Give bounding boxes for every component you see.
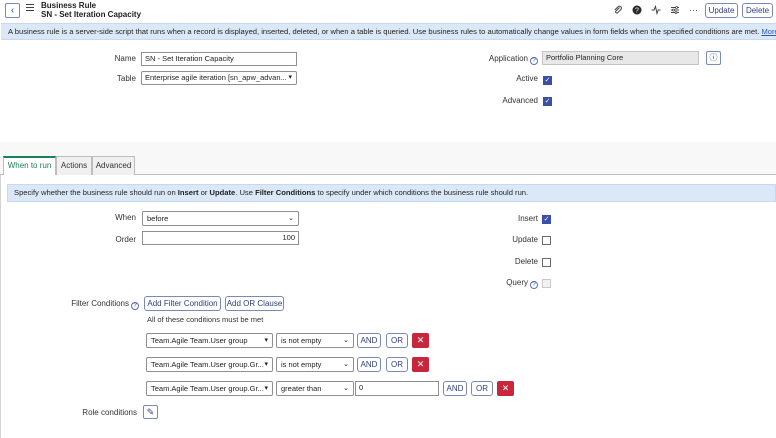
remove-condition-button[interactable]: ✕ <box>497 381 514 396</box>
order-field[interactable]: 100 <box>142 231 299 245</box>
delete-button[interactable]: Delete <box>742 3 773 18</box>
tab-actions[interactable]: Actions <box>56 156 92 175</box>
chevron-down-icon: ▾ <box>264 337 268 344</box>
note-update: Update <box>209 188 236 197</box>
when-label: When <box>115 213 136 222</box>
help-circle-icon[interactable]: ? <box>530 281 538 289</box>
tab-when-to-run[interactable]: When to run <box>3 156 56 176</box>
chevron-down-icon: ⌄ <box>343 385 349 392</box>
note-text: Specify whether the business rule should… <box>14 188 178 197</box>
back-button[interactable]: ‹ <box>5 3 20 18</box>
remove-condition-button[interactable]: ✕ <box>412 333 429 348</box>
settings-sliders-icon[interactable] <box>669 5 680 16</box>
condition-field-select[interactable]: Team.Agile Team.User group.Gr... ▾ <box>146 357 273 372</box>
condition-field-value: Team.Agile Team.User group <box>151 336 248 345</box>
filter-conditions-label: Filter Conditions? <box>50 299 139 310</box>
note-text: to specify under which conditions the bu… <box>315 188 529 197</box>
record-type-title: Business Rule <box>41 1 97 10</box>
condition-field-select[interactable]: Team.Agile Team.User group.Gr... ▾ <box>146 381 273 396</box>
chevron-down-icon: ⌄ <box>343 337 349 344</box>
condition-operator-value: greater than <box>281 384 322 393</box>
table-select[interactable]: Enterprise agile iteration [sn_apw_advan… <box>141 71 297 85</box>
or-button[interactable]: OR <box>386 357 408 372</box>
or-button[interactable]: OR <box>471 381 493 396</box>
remove-condition-button[interactable]: ✕ <box>412 357 429 372</box>
add-filter-condition-button[interactable]: Add Filter Condition <box>144 296 221 311</box>
all-conditions-text: All of these conditions must be met <box>147 315 264 324</box>
or-button[interactable]: OR <box>386 333 408 348</box>
info-banner-text: A business rule is a server-side script … <box>8 27 760 36</box>
filter-conditions-label-text: Filter Conditions <box>71 299 129 308</box>
condition-operator-select[interactable]: is not empty ⌄ <box>276 333 354 348</box>
chevron-down-icon: ▾ <box>288 74 292 81</box>
condition-operator-value: is not empty <box>281 360 322 369</box>
condition-field-select[interactable]: Team.Agile Team.User group ▾ <box>146 333 273 348</box>
and-button[interactable]: AND <box>443 381 467 396</box>
name-label: Name <box>114 54 136 63</box>
order-label: Order <box>115 235 136 244</box>
application-label: Application? <box>440 54 538 65</box>
note-text: . Use <box>235 188 256 197</box>
help-circle-icon[interactable]: ? <box>131 302 139 310</box>
chevron-down-icon: ▾ <box>264 385 268 392</box>
insert-checkbox[interactable]: ✓ <box>542 215 551 224</box>
query-label: Query? <box>470 278 538 289</box>
chevron-down-icon: ⌄ <box>343 361 349 368</box>
update-label: Update <box>512 235 538 244</box>
active-checkbox[interactable]: ✓ <box>543 76 552 85</box>
tab-advanced[interactable]: Advanced <box>92 156 135 175</box>
update-button[interactable]: Update <box>705 3 738 18</box>
when-select-value: before <box>147 214 169 223</box>
context-menu-icon[interactable] <box>26 4 34 14</box>
active-label: Active <box>516 74 538 83</box>
more-icon[interactable]: ··· <box>688 5 699 16</box>
note-filter-conditions: Filter Conditions <box>255 188 316 197</box>
condition-operator-value: is not empty <box>281 336 322 345</box>
name-field[interactable]: SN - Set Iteration Capacity <box>141 52 297 66</box>
application-field: Portfolio Planning Core <box>542 51 699 65</box>
activity-icon[interactable] <box>650 4 661 16</box>
add-or-clause-button[interactable]: Add OR Clause <box>225 296 284 311</box>
when-to-run-note: Specify whether the business rule should… <box>7 184 776 202</box>
query-checkbox <box>542 279 551 288</box>
chevron-down-icon: ⌄ <box>288 215 294 222</box>
role-conditions-label: Role conditions <box>82 408 137 417</box>
condition-operator-select[interactable]: is not empty ⌄ <box>276 357 354 372</box>
advanced-checkbox[interactable]: ✓ <box>543 97 552 106</box>
chevron-down-icon: ▾ <box>264 361 268 368</box>
note-insert: Insert <box>177 188 199 197</box>
help-icon[interactable]: ? <box>631 5 642 16</box>
info-banner: A business rule is a server-side script … <box>1 23 776 40</box>
record-name-title: SN - Set Iteration Capacity <box>41 10 142 19</box>
condition-operator-select[interactable]: greater than ⌄ <box>276 381 354 396</box>
reference-info-icon[interactable]: ⓘ <box>706 51 721 65</box>
note-text: or <box>198 188 210 197</box>
update-checkbox[interactable] <box>542 236 551 245</box>
edit-pencil-icon[interactable]: ✎ <box>143 405 158 419</box>
query-label-text: Query <box>506 278 528 287</box>
and-button[interactable]: AND <box>357 357 381 372</box>
when-select[interactable]: before ⌄ <box>142 211 299 226</box>
delete-checkbox[interactable] <box>542 258 551 267</box>
and-button[interactable]: AND <box>357 333 381 348</box>
table-select-value: Enterprise agile iteration [sn_apw_advan… <box>145 73 287 82</box>
advanced-label: Advanced <box>502 96 538 105</box>
help-circle-icon[interactable]: ? <box>530 57 538 65</box>
condition-value-field[interactable]: 0 <box>355 381 439 396</box>
table-label: Table <box>116 74 136 83</box>
form-header: ‹ Business Rule SN - Set Iteration Capac… <box>0 0 776 22</box>
application-label-text: Application <box>488 54 528 63</box>
svg-text:?: ? <box>635 8 639 15</box>
paperclip-icon[interactable] <box>612 5 623 16</box>
more-info-link[interactable]: More Info <box>761 27 776 36</box>
condition-field-value: Team.Agile Team.User group.Gr... <box>151 360 264 369</box>
delete-label: Delete <box>514 257 538 266</box>
insert-label: Insert <box>517 214 538 223</box>
condition-field-value: Team.Agile Team.User group.Gr... <box>151 384 264 393</box>
business-rule-form: ‹ Business Rule SN - Set Iteration Capac… <box>0 0 776 438</box>
